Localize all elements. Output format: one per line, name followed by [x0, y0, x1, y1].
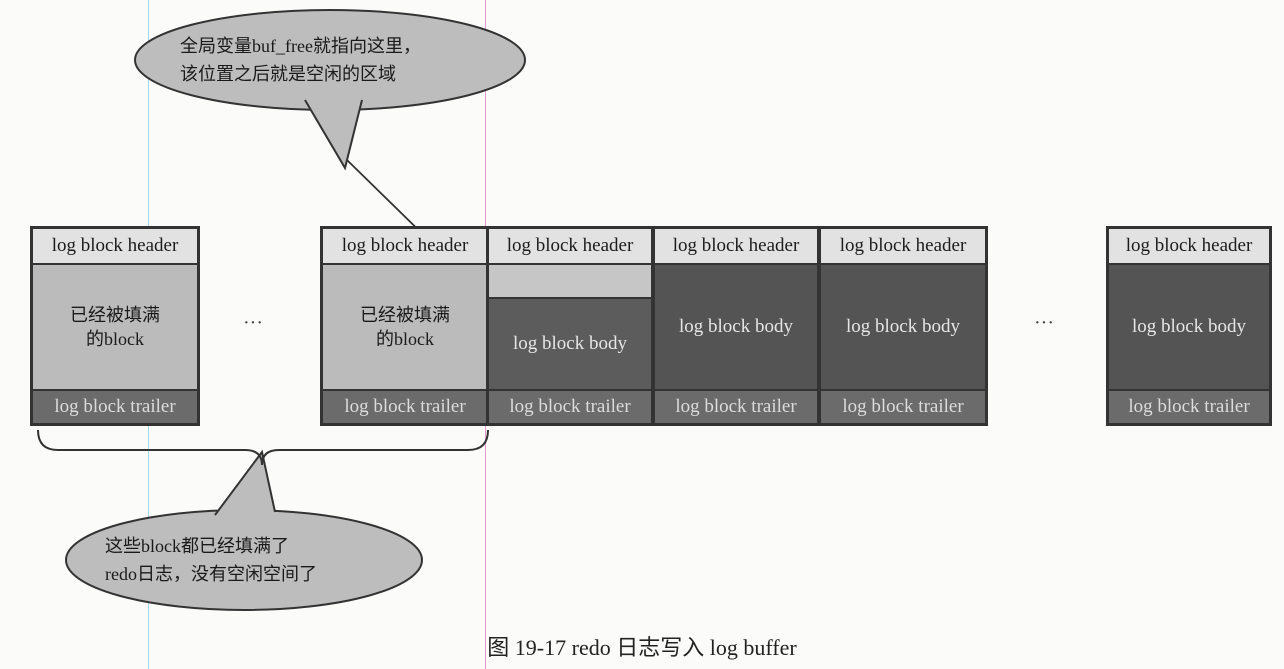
filled-label-line1: 已经被填满: [70, 305, 160, 325]
top-callout-text: 全局变量buf_free就指向这里， 该位置之后就是空闲的区域: [180, 32, 421, 88]
figure-caption: 图 19-17 redo 日志写入 log buffer: [487, 635, 797, 660]
grouping-brace: [37, 429, 489, 466]
log-block-filled-2: log block header 已经被填满 的block log block …: [320, 226, 490, 426]
log-block-free-1: log block header log block body log bloc…: [652, 226, 820, 426]
filled-block-body: 已经被填满 的block: [32, 264, 198, 390]
block-body: log block body: [488, 298, 652, 390]
filled-label-line1: 已经被填满: [360, 305, 450, 325]
log-block-free-last: log block header log block body log bloc…: [1106, 226, 1272, 426]
block-header: log block header: [654, 228, 818, 264]
block-header: log block header: [322, 228, 488, 264]
filled-region: [488, 264, 652, 298]
block-header: log block header: [820, 228, 986, 264]
block-header: log block header: [32, 228, 198, 264]
block-trailer: log block trailer: [32, 390, 198, 424]
block-body: log block body: [654, 264, 818, 390]
block-trailer: log block trailer: [488, 390, 652, 424]
top-callout-line1: 全局变量buf_free就指向这里，: [180, 36, 421, 56]
bottom-callout-line2: redo日志，没有空闲空间了: [105, 564, 317, 584]
log-block-free-2: log block header log block body log bloc…: [818, 226, 988, 426]
top-callout-line2: 该位置之后就是空闲的区域: [180, 64, 396, 84]
bottom-callout-text: 这些block都已经填满了 redo日志，没有空闲空间了: [105, 532, 317, 588]
block-trailer: log block trailer: [820, 390, 986, 424]
block-body: log block body: [820, 264, 986, 390]
ellipsis-2: ···: [1034, 312, 1054, 334]
log-block-filled-1: log block header 已经被填满 的block log block …: [30, 226, 200, 426]
ellipsis-1: ···: [243, 312, 263, 334]
filled-label-line2: 的block: [376, 329, 434, 349]
block-trailer: log block trailer: [1108, 390, 1270, 424]
block-header: log block header: [488, 228, 652, 264]
filled-block-body: 已经被填满 的block: [322, 264, 488, 390]
block-body: log block body: [1108, 264, 1270, 390]
bottom-callout-line1: 这些block都已经填满了: [105, 536, 289, 556]
block-header: log block header: [1108, 228, 1270, 264]
filled-label-line2: 的block: [86, 329, 144, 349]
block-trailer: log block trailer: [322, 390, 488, 424]
log-block-current: log block header log block body log bloc…: [486, 226, 654, 426]
block-trailer: log block trailer: [654, 390, 818, 424]
